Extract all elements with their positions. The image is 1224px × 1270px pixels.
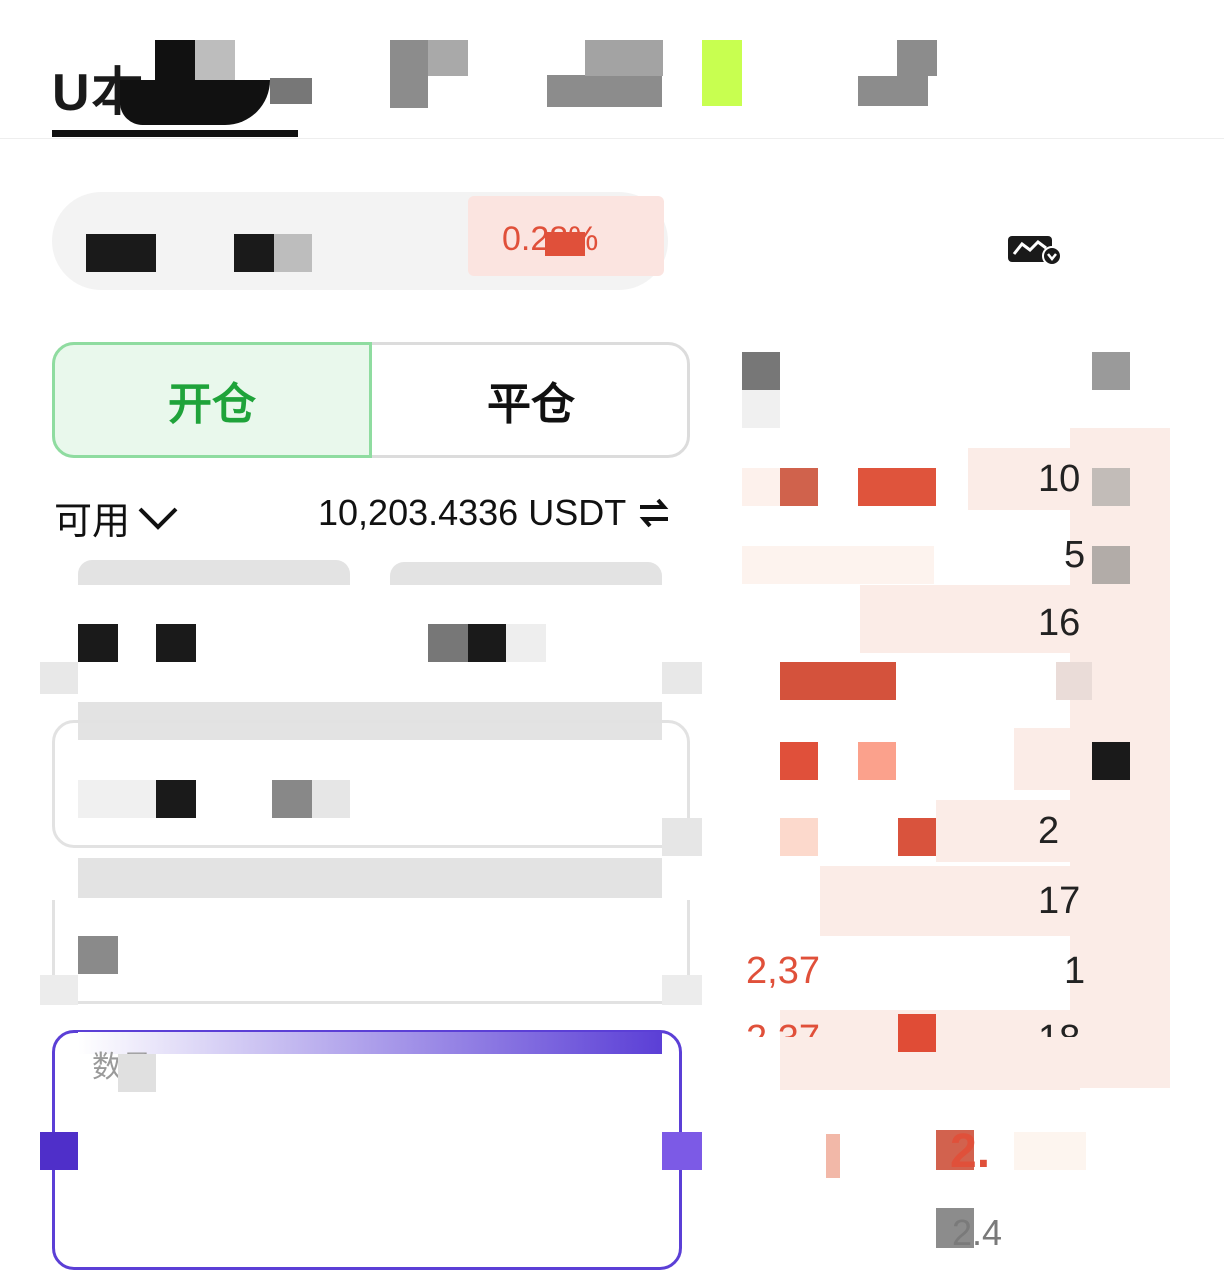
close-position-tab[interactable]: 平仓 [372,342,690,458]
ask-size-mask [1092,742,1130,780]
available-balance: 10,203.4336 USDT [318,492,672,534]
leverage-mask [156,624,196,662]
last-price-mask [1014,1132,1086,1170]
tab-coin-margined[interactable] [390,40,428,108]
tab-label-mask [195,40,235,80]
ask-size-mask [1092,546,1130,584]
price-type-mask [506,624,546,662]
quantity-mask [118,1054,156,1092]
ask-size-mask [1092,468,1130,506]
row-fade [662,818,702,856]
row-fade [40,662,78,694]
chart-toggle-icon[interactable] [1008,234,1064,266]
orderbook-header-size [1092,352,1130,390]
ask-price-mask [858,468,936,506]
leverage-value[interactable] [78,624,118,662]
tab-copy-trade[interactable] [858,76,928,106]
mid-size: 1 [1064,950,1086,992]
ask-size-mask [1056,662,1092,700]
bid-price-mask [898,1014,936,1052]
trigger-input-mask [78,936,118,974]
open-position-tab[interactable]: 开仓 [52,342,372,458]
active-tab-indicator [52,130,298,137]
ask-size: 10 [1038,458,1081,500]
ask-size: 17 [1038,880,1081,922]
ask-price-mask [780,662,896,700]
row-fade [40,975,78,1005]
orderbook-header-price [742,352,780,390]
available-value: 10,203.4336 USDT [318,492,627,533]
tab-label-mask [270,78,312,104]
tab-new-badge [702,40,742,106]
last-price-mask [826,1134,840,1178]
tab-label-mask [120,80,270,125]
ask-size: 2 [1038,810,1060,852]
transfer-icon[interactable] [636,495,672,531]
tab-options[interactable] [547,75,662,107]
available-label: 可用 [54,501,131,543]
price-input-mask [156,780,196,818]
quantity-edge [40,1132,78,1170]
ask-price-mask [898,818,936,856]
last-price[interactable]: 2. [950,1124,990,1179]
row-fade [662,975,702,1005]
margin-mode-selector[interactable] [390,562,662,585]
available-dropdown[interactable]: 可用 [54,490,180,545]
tab-divider [0,138,1224,139]
orderbook-header-mask [742,390,780,428]
ask-price-mask [858,742,896,780]
quantity-edge [662,1132,702,1170]
price-type-mask [468,624,506,662]
chevron-down-icon [138,507,178,530]
row-separator [78,858,662,898]
trigger-input-box[interactable] [52,900,690,1004]
ticker-mask [234,234,274,272]
ticker-mask [545,232,585,256]
ask-price-mask [780,742,818,780]
ask-size: 16 [1038,602,1081,644]
price-input-mask [272,780,312,818]
ask-price-mask [742,468,780,506]
price-input-mask [78,780,156,818]
focus-glow [78,1032,662,1054]
ask-size: 5 [1064,534,1086,576]
row-fade [662,662,702,694]
tab-mask [897,40,937,76]
mid-price[interactable]: 2,37 [746,950,820,993]
ticker-symbol [86,234,156,272]
ticker-mask [274,234,312,272]
ask-price-mask [780,818,818,856]
index-price: 2.4 [952,1212,1003,1253]
tab-mask [585,40,663,76]
ask-price-mask [742,546,934,584]
tab-mask [428,40,468,76]
price-type-value[interactable] [428,624,468,662]
depth-bar [1014,728,1084,790]
ask-price-mask [780,468,818,506]
price-input-mask [312,780,350,818]
order-type-selector[interactable] [78,560,350,585]
